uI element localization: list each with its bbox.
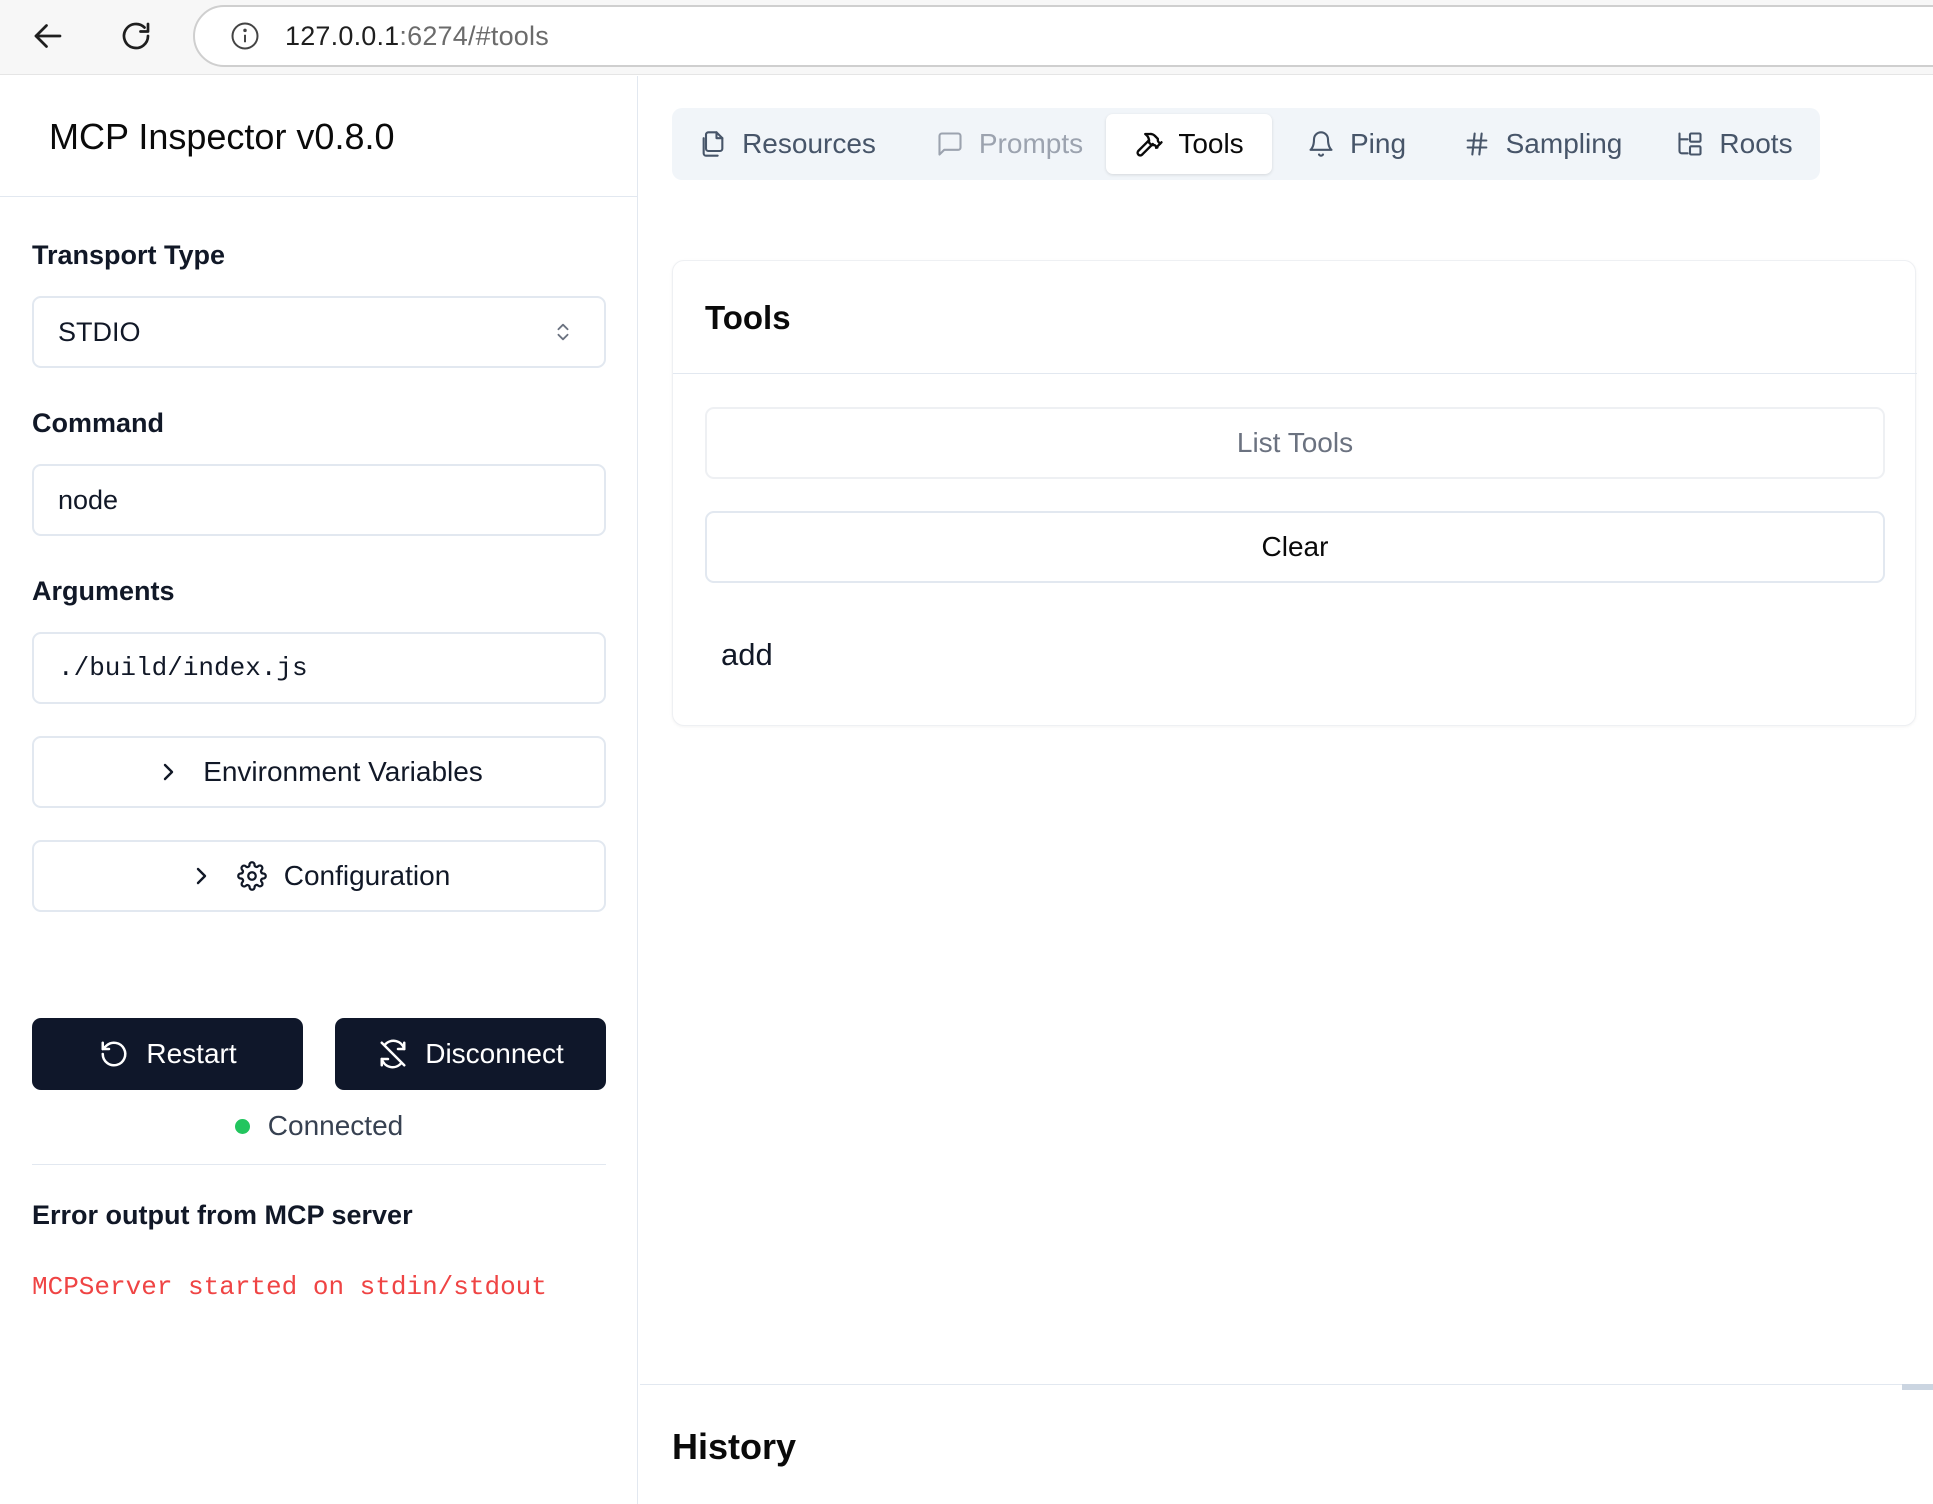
command-label: Command xyxy=(32,408,165,438)
tab-ping-label: Ping xyxy=(1349,128,1407,159)
rotate-ccw-icon xyxy=(98,1038,130,1070)
command-input[interactable]: node xyxy=(32,464,606,536)
tab-ping[interactable]: Ping xyxy=(1296,114,1416,174)
tab-sampling-label: Sampling xyxy=(1505,128,1623,159)
error-output-title: Error output from MCP server xyxy=(32,1200,413,1230)
hash-icon xyxy=(1462,129,1492,159)
tab-roots[interactable]: Roots xyxy=(1664,114,1804,174)
hammer-icon xyxy=(1134,129,1164,159)
error-output-text: MCPServer started on stdin/stdout xyxy=(32,1272,547,1302)
url-path: :6274/#tools xyxy=(399,20,549,51)
tool-item-add[interactable]: add xyxy=(721,637,773,673)
environment-variables-label: Environment Variables xyxy=(203,756,483,787)
chevron-right-icon xyxy=(188,863,214,889)
configuration-label: Configuration xyxy=(283,860,451,891)
tab-resources-label: Resources xyxy=(742,128,876,159)
url-text: 127.0.0.1:6274/#tools xyxy=(285,21,549,52)
divider xyxy=(673,373,1917,374)
back-button[interactable] xyxy=(22,12,74,60)
arguments-label: Arguments xyxy=(32,576,175,606)
chevrons-up-down-icon xyxy=(557,323,569,341)
message-square-icon xyxy=(935,129,965,159)
tab-tools-label: Tools xyxy=(1178,128,1244,159)
arguments-input[interactable]: ./build/index.js xyxy=(32,632,606,704)
folder-tree-icon xyxy=(1675,129,1705,159)
status-text: Connected xyxy=(267,1110,404,1141)
chevron-right-icon xyxy=(155,759,181,785)
history-title: History xyxy=(672,1426,797,1467)
tools-panel-title: Tools xyxy=(705,299,791,336)
gear-icon xyxy=(236,860,268,892)
clear-button[interactable]: Clear xyxy=(705,511,1885,583)
site-info-icon[interactable] xyxy=(229,20,261,52)
configuration-toggle[interactable]: Configuration xyxy=(32,840,606,912)
connection-status: Connected xyxy=(0,1110,638,1142)
status-dot xyxy=(234,1118,250,1134)
refresh-off-icon xyxy=(377,1038,409,1070)
browser-toolbar: 127.0.0.1:6274/#tools xyxy=(0,0,1933,75)
divider xyxy=(0,196,638,197)
list-tools-button[interactable]: List Tools xyxy=(705,407,1885,479)
tab-tools[interactable]: Tools xyxy=(1106,114,1272,174)
tab-resources[interactable]: Resources xyxy=(698,114,876,174)
tab-prompts-label: Prompts xyxy=(978,128,1084,159)
bell-icon xyxy=(1306,129,1336,159)
transport-type-label: Transport Type xyxy=(32,240,226,270)
files-icon xyxy=(698,129,728,159)
main-tabs: Resources Prompts Tools Ping Sampling Ro… xyxy=(672,108,1820,180)
disconnect-button[interactable]: Disconnect xyxy=(335,1018,606,1090)
app-title: MCP Inspector v0.8.0 xyxy=(49,116,395,157)
transport-type-value: STDIO xyxy=(58,316,141,347)
restart-label: Restart xyxy=(146,1038,237,1069)
resize-handle[interactable] xyxy=(1902,1384,1933,1390)
tab-roots-label: Roots xyxy=(1719,128,1793,159)
transport-type-select[interactable]: STDIO xyxy=(32,296,606,368)
tools-panel: Tools List Tools Clear add xyxy=(672,260,1917,726)
arrow-left-icon xyxy=(34,24,62,48)
tab-prompts[interactable]: Prompts xyxy=(924,114,1094,174)
url-host: 127.0.0.1 xyxy=(285,20,400,51)
address-bar[interactable]: 127.0.0.1:6274/#tools xyxy=(193,5,1933,67)
reload-button[interactable] xyxy=(110,12,162,60)
divider xyxy=(32,1164,606,1165)
environment-variables-toggle[interactable]: Environment Variables xyxy=(32,736,606,808)
disconnect-label: Disconnect xyxy=(425,1038,564,1069)
connection-sidebar: MCP Inspector v0.8.0 Transport Type STDI… xyxy=(0,76,638,1504)
reload-icon xyxy=(122,22,150,50)
history-divider xyxy=(640,1384,1933,1385)
restart-button[interactable]: Restart xyxy=(32,1018,303,1090)
tab-sampling[interactable]: Sampling xyxy=(1452,114,1632,174)
